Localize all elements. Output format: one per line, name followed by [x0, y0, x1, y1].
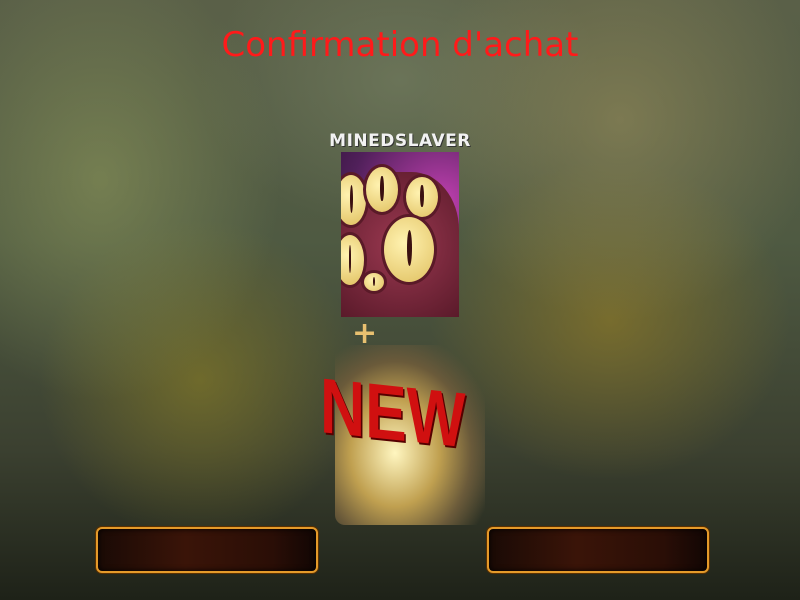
cancel-button[interactable] — [96, 527, 318, 573]
creature-eye — [363, 164, 401, 215]
dialog-title: Confirmation d'achat — [221, 25, 579, 65]
creature-eye — [381, 214, 437, 285]
creature-eye — [361, 270, 387, 294]
character-name: MINEDSLAVER — [329, 131, 471, 151]
character-portrait — [341, 152, 459, 317]
confirm-button[interactable] — [487, 527, 709, 573]
new-badge: NEW — [320, 361, 466, 465]
